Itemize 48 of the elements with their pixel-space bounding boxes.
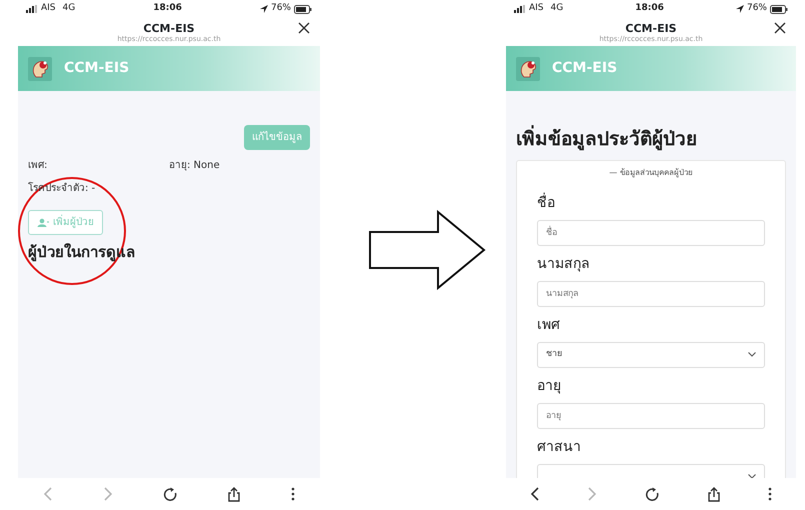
signal-icon [26,5,38,13]
carrier-name: AIS [41,2,56,16]
location-icon [736,5,744,13]
app-title: CCM-EIS [552,59,618,78]
battery-icon [294,4,312,14]
share-icon[interactable] [227,486,241,502]
add-patient-button[interactable]: เพิ่มผู้ป่วย [28,210,103,235]
back-icon[interactable] [530,487,540,501]
close-icon[interactable] [774,22,786,34]
battery-percent: 76% [270,2,291,16]
page-title: CCM-EIS [143,23,195,36]
close-icon[interactable] [298,22,310,34]
field-label: ศาสนา [537,438,582,456]
page-title: CCM-EIS [625,23,677,36]
input-field[interactable]: อายุ [537,402,765,428]
location-icon [260,5,268,13]
right-arrow-icon [368,210,486,290]
more-icon[interactable] [291,487,295,501]
reload-icon[interactable] [163,487,177,501]
section-caption: — ข้อมูลส่วนบุคคลผู้ป่วย [608,166,694,178]
chevron-down-icon [748,352,756,357]
app-title: CCM-EIS [64,59,130,78]
field-label: อายุ [537,376,562,396]
field-label: เพศ [537,316,561,334]
more-icon[interactable] [768,487,772,501]
signal-icon [514,5,526,13]
carrier-name: AIS [529,2,544,16]
battery-icon [770,4,788,14]
network-type: 4G [550,2,564,16]
user-icon [37,218,49,227]
head-logo-icon [516,56,540,80]
network-type: 4G [62,2,76,16]
status-time: 18:06 [153,2,182,16]
field-label: นามสกุล [537,254,591,274]
head-logo-icon [28,56,52,80]
info-text: เพศ: [28,159,48,173]
input-field[interactable]: นามสกุล [537,280,765,306]
battery-percent: 76% [746,2,767,16]
info-text: อายุ: None [169,159,221,173]
edit-button[interactable]: แก้ไขข้อมูล [244,125,310,150]
chevron-down-icon [748,474,756,478]
select-field[interactable]: ชาย [537,342,765,368]
page-heading: เพิ่มข้อมูลประวัติผู้ป่วย [516,125,786,154]
status-time: 18:06 [635,2,664,16]
field-label: ชื่อ [537,192,556,212]
reload-icon[interactable] [644,487,659,501]
input-field[interactable]: ชื่อ [537,220,765,246]
share-icon[interactable] [706,486,721,502]
